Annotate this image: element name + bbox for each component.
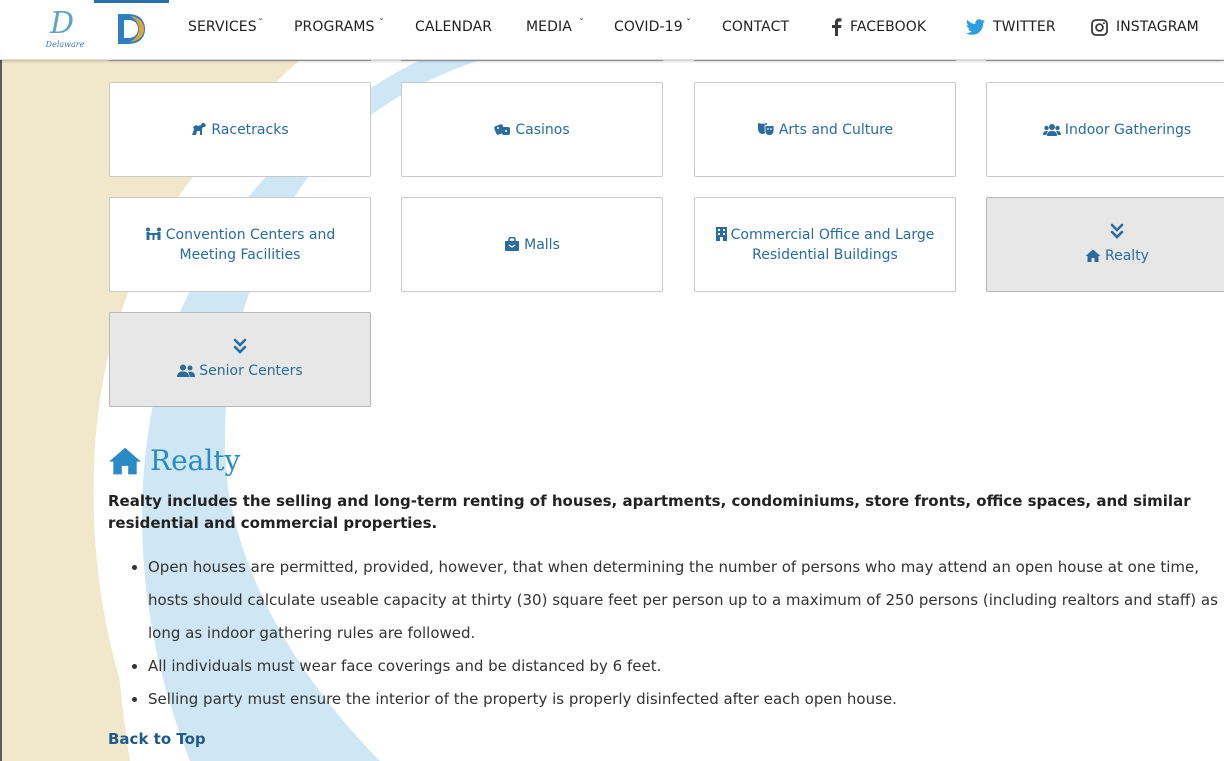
nav-facebook[interactable]: FACEBOOK [831,0,926,54]
section-heading: Realty [108,444,240,477]
nav-contact[interactable]: CONTACT [722,0,789,54]
nav-media[interactable]: MEDIA [526,0,572,54]
card-arts-label: Arts and Culture [778,121,894,138]
delaware-logo-word: Delaware [45,40,85,49]
programs-chevron-icon[interactable]: ˇ [379,19,384,29]
dd-logo-icon[interactable] [116,13,146,45]
home-icon [1085,249,1101,262]
list-item: Selling party must ensure the interior o… [148,683,1224,716]
horse-icon [192,122,207,135]
guidelines-list: Open houses are permitted, provided, how… [108,551,1224,716]
theater-masks-icon [757,122,775,136]
card-senior-centers[interactable]: Senior Centers [109,312,371,407]
site-header: D Delaware SERVICES ˇ PROGRAMS ˇ CALENDA… [0,0,1224,60]
delaware-logo-mark: D [50,6,75,41]
card-malls-label: Malls [524,236,560,253]
section-title: Realty [150,444,241,477]
nav-twitter[interactable]: TWITTER [966,0,1056,54]
card-convention-centers[interactable]: Convention Centers and Meeting Facilitie… [109,197,371,292]
home-icon [109,447,141,475]
card-racetracks-label: Racetracks [211,121,289,138]
card-convention-label: Convention Centers and Meeting Facilitie… [165,226,336,263]
double-chevron-down-icon [233,338,247,354]
delaware-logo[interactable]: D Delaware [44,6,86,52]
twitter-icon [966,19,985,35]
meeting-icon [145,227,161,240]
card-casinos[interactable]: Casinos [401,82,663,177]
services-chevron-icon[interactable]: ˇ [258,19,263,29]
card-malls[interactable]: Malls [401,197,663,292]
card-realty[interactable]: Realty [986,197,1224,292]
section-intro: Realty includes the selling and long-ter… [108,492,1191,532]
users-icon [1042,123,1061,136]
card-senior-label: Senior Centers [199,363,303,379]
left-edge [0,0,2,761]
list-item: All individuals must wear face coverings… [148,650,1224,683]
nav-instagram[interactable]: INSTAGRAM [1091,0,1199,54]
nav-covid[interactable]: COVID-19 [614,0,683,54]
facebook-icon [832,18,842,36]
nav-calendar[interactable]: CALENDAR [415,0,492,54]
building-icon [715,226,727,241]
instagram-icon [1091,18,1108,36]
user-friends-icon [177,364,196,377]
facebook-label: FACEBOOK [850,19,927,35]
nav-services[interactable]: SERVICES [188,0,257,54]
dice-icon [494,123,511,135]
card-commercial-label: Commercial Office and Large Residential … [730,226,935,263]
media-chevron-icon[interactable]: ˇ [579,19,584,29]
card-arts-culture[interactable]: Arts and Culture [694,82,956,177]
double-chevron-down-icon [1110,223,1124,239]
covid-chevron-icon[interactable]: ˇ [686,19,691,29]
nav-programs[interactable]: PROGRAMS [294,0,375,54]
card-casinos-label: Casinos [515,121,570,138]
card-realty-label: Realty [1105,248,1149,264]
card-racetracks[interactable]: Racetracks [109,82,371,177]
twitter-label: TWITTER [993,19,1056,35]
list-item: Open houses are permitted, provided, how… [148,551,1224,650]
back-to-top-link[interactable]: Back to Top [108,730,206,748]
card-indoor-gatherings[interactable]: Indoor Gatherings [986,82,1224,177]
shopping-bag-icon [505,236,520,251]
card-commercial-office[interactable]: Commercial Office and Large Residential … [694,197,956,292]
card-indoor-label: Indoor Gatherings [1064,121,1192,138]
instagram-label: INSTAGRAM [1116,19,1199,35]
